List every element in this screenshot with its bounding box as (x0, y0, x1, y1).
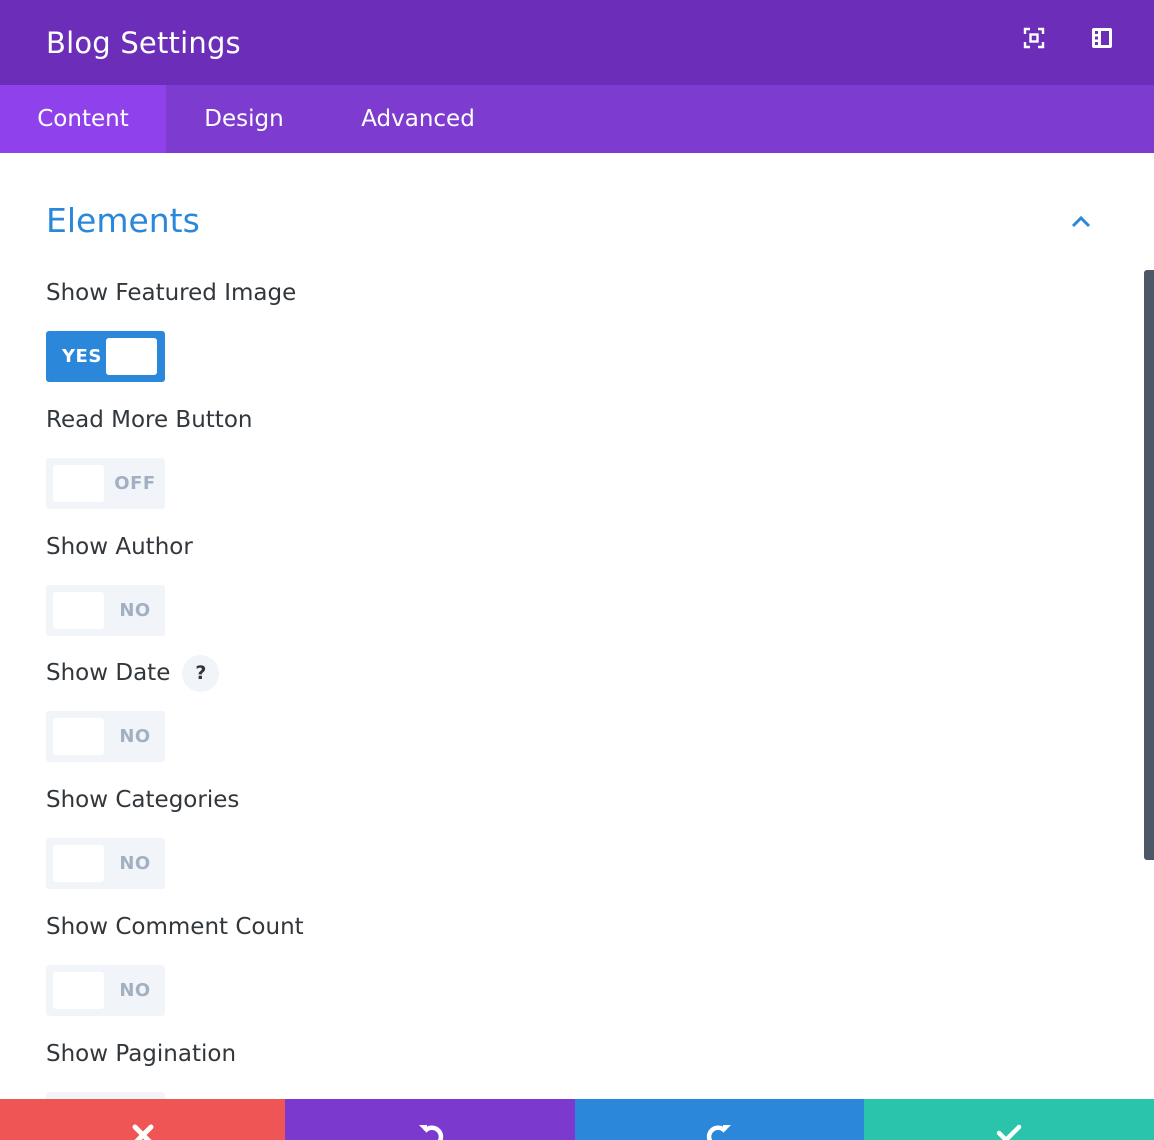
discard-button[interactable] (0, 1099, 285, 1140)
field-label: Show Pagination (46, 1041, 237, 1067)
tab-design[interactable]: Design (166, 85, 322, 153)
toggle-value: NO (112, 1092, 158, 1099)
toggle-knob (53, 718, 104, 755)
field-label: Show Categories (46, 787, 240, 813)
field-show-date: Show Date ? NO (46, 654, 220, 762)
toggle-value: NO (119, 600, 151, 621)
field-label-row: Show Date ? (46, 654, 220, 692)
tab-bar: Content Design Advanced (0, 85, 1154, 153)
tab-content[interactable]: Content (0, 85, 166, 153)
redo-icon (706, 1125, 731, 1140)
check-icon (996, 1124, 1022, 1140)
header-actions (1022, 26, 1114, 50)
toggle-read-more-button[interactable]: OFF (46, 458, 165, 509)
toggle-show-featured-image[interactable]: YES (46, 331, 165, 382)
sidebar-toggle-icon[interactable] (1090, 26, 1114, 50)
toggle-value: NO (119, 853, 151, 874)
toggle-knob (53, 592, 104, 629)
field-show-author: Show Author NO (46, 533, 193, 636)
toggle-show-pagination[interactable]: NO (46, 1092, 165, 1099)
scrollbar-thumb[interactable] (1144, 270, 1154, 860)
undo-icon (419, 1125, 444, 1140)
field-show-categories: Show Categories NO (46, 786, 239, 889)
tab-advanced[interactable]: Advanced (322, 85, 514, 153)
modal-title: Blog Settings (46, 25, 241, 60)
section-header-elements[interactable]: Elements (46, 201, 1106, 247)
field-read-more-button: Read More Button OFF (46, 406, 252, 509)
toggle-value: NO (119, 980, 151, 1001)
footer-actions (0, 1099, 1154, 1140)
field-show-pagination: Show Pagination NO (46, 1040, 236, 1099)
field-label: Show Featured Image (46, 280, 297, 306)
chevron-up-icon[interactable] (1070, 211, 1092, 233)
toggle-value: YES (62, 346, 102, 367)
toggle-show-author[interactable]: NO (46, 585, 165, 636)
redo-button[interactable] (575, 1099, 864, 1140)
section-title: Elements (46, 201, 200, 240)
settings-content: Elements Show Featured Image YES Read Mo… (0, 153, 1154, 1099)
fullscreen-icon[interactable] (1022, 26, 1046, 50)
field-label: Show Author (46, 534, 193, 560)
modal-header: Blog Settings (0, 0, 1154, 85)
field-show-comment-count: Show Comment Count NO (46, 913, 304, 1016)
toggle-knob (106, 338, 157, 375)
toggle-knob (53, 845, 104, 882)
toggle-knob (53, 465, 104, 502)
toggle-value: NO (119, 726, 151, 747)
help-button[interactable]: ? (182, 654, 220, 692)
close-icon (132, 1124, 153, 1140)
toggle-show-categories[interactable]: NO (46, 838, 165, 889)
field-label: Read More Button (46, 407, 253, 433)
field-show-featured-image: Show Featured Image YES (46, 279, 296, 382)
field-label: Show Date (46, 660, 171, 686)
toggle-show-date[interactable]: NO (46, 711, 165, 762)
toggle-knob (53, 972, 104, 1009)
save-button[interactable] (864, 1099, 1154, 1140)
field-label: Show Comment Count (46, 914, 304, 940)
toggle-show-comment-count[interactable]: NO (46, 965, 165, 1016)
toggle-value: OFF (114, 473, 156, 494)
undo-button[interactable] (285, 1099, 575, 1140)
